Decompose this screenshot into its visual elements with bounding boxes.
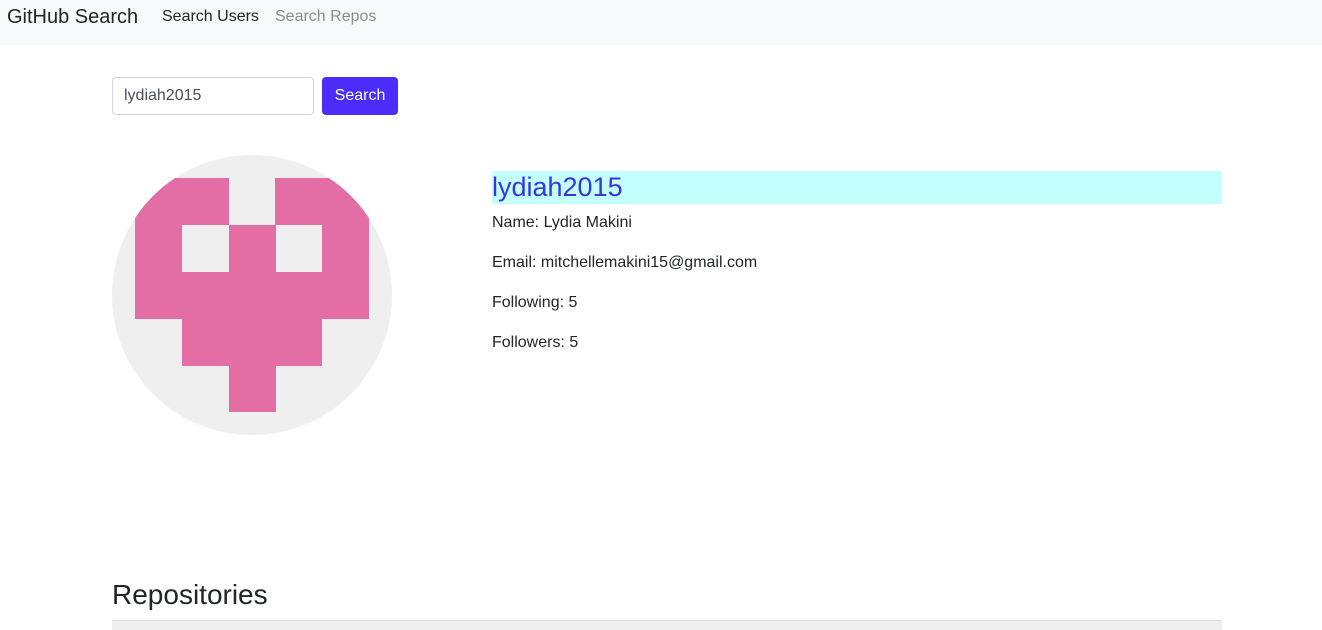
profile-following: Following: 5 <box>492 294 578 311</box>
profile-followers: Followers: 5 <box>492 334 579 351</box>
identicon-avatar-icon <box>135 178 369 412</box>
profile-login: lydiah2015 <box>492 171 1222 204</box>
repositories-heading: Repositories <box>112 579 268 610</box>
avatar <box>112 155 392 435</box>
nav-search-users[interactable]: Search Users <box>162 8 259 26</box>
navbar: GitHub Search Search Users Search Repos <box>0 0 1322 45</box>
repositories-table <box>112 620 1222 630</box>
search-button[interactable]: Search <box>322 77 398 115</box>
brand-link[interactable]: GitHub Search <box>7 6 138 29</box>
profile-name: Name: Lydia Makini <box>492 214 632 231</box>
nav-search-repos[interactable]: Search Repos <box>275 8 376 26</box>
search-input[interactable] <box>112 77 314 115</box>
profile-email: Email: mitchellemakini15@gmail.com <box>492 254 758 271</box>
